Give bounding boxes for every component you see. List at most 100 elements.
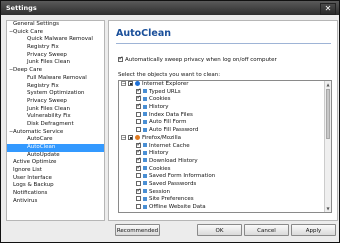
sidebar-item-label: Active Optimize xyxy=(13,159,57,166)
object-checkbox[interactable] xyxy=(136,196,141,202)
sidebar-item[interactable]: Privacy Sweep xyxy=(7,52,104,60)
sidebar-item-label: System Optimization xyxy=(27,90,85,97)
object-label: Firefox/Mozilla xyxy=(142,134,182,141)
sidebar-item[interactable]: Active Optimize xyxy=(7,159,104,167)
scroll-down-icon[interactable]: ▼ xyxy=(325,205,331,212)
sidebar-item-label: Registry Fix xyxy=(27,82,59,89)
scroll-thumb[interactable] xyxy=(326,89,330,139)
object-label: Download History xyxy=(149,157,198,164)
clean-objects-list[interactable]: −Internet ExplorerTyped URLsCookiesHisto… xyxy=(118,80,332,213)
sidebar-item[interactable]: User Interface xyxy=(7,175,104,183)
internet-explorer-icon xyxy=(135,81,140,86)
object-item-row[interactable]: Cookies xyxy=(119,164,331,174)
auto-sweep-option[interactable]: Automatically sweep privacy when log on/… xyxy=(118,55,277,63)
object-item-row[interactable]: Download History xyxy=(119,156,331,166)
object-checkbox[interactable] xyxy=(128,134,133,140)
object-group-row[interactable]: − Internet Explorer xyxy=(119,81,331,89)
object-item-row[interactable]: Index Data Files xyxy=(119,111,331,120)
sidebar-item-label: Automatic Service xyxy=(13,128,64,135)
sidebar-item[interactable]: AutoUpdate xyxy=(7,152,104,160)
object-item-row[interactable]: Site Preferences xyxy=(119,196,331,204)
ok-button[interactable]: OK xyxy=(197,224,242,236)
cancel-button[interactable]: Cancel xyxy=(244,224,289,236)
sidebar-item-label: Junk Files Clean xyxy=(27,59,70,66)
sidebar-item[interactable]: − Quick Care xyxy=(7,29,104,37)
object-checkbox[interactable] xyxy=(136,94,142,102)
title-bar[interactable]: Settings ✕ xyxy=(1,1,339,15)
settings-navigation-tree: General Settings − Quick Care Quick Malware… xyxy=(6,20,105,221)
object-item-row[interactable]: Typed URLs xyxy=(119,87,331,97)
object-label: Offline Website Data xyxy=(149,204,206,210)
object-checkbox[interactable] xyxy=(136,187,142,194)
collapse-toggle-icon[interactable]: − xyxy=(9,129,13,137)
object-label: History xyxy=(149,104,169,111)
expand-collapse-icon[interactable]: − xyxy=(121,134,126,140)
sidebar-item[interactable]: Privacy Sweep xyxy=(7,98,104,106)
item-icon xyxy=(143,112,147,117)
item-icon xyxy=(143,143,147,147)
object-label: Auto Fill Form xyxy=(149,119,187,126)
sidebar-item[interactable]: Registry Fix xyxy=(7,83,104,91)
recommended-button[interactable]: Recommended xyxy=(115,224,160,236)
object-checkbox[interactable] xyxy=(136,87,142,94)
sidebar-item[interactable]: System Optimization xyxy=(7,90,104,98)
objects-list-label: Select the objects you want to clean: xyxy=(118,72,221,78)
object-item-row[interactable]: Internet Cache xyxy=(119,141,331,151)
sidebar-item[interactable]: − Automatic Service xyxy=(7,129,104,137)
auto-sweep-checkbox[interactable] xyxy=(118,55,124,62)
object-item-row[interactable]: Auto Fill Password xyxy=(119,127,331,135)
object-checkbox[interactable] xyxy=(136,156,142,164)
object-checkbox[interactable] xyxy=(136,127,141,133)
object-label: Index Data Files xyxy=(149,111,193,118)
sidebar-item[interactable]: Junk Files Clean xyxy=(7,106,104,114)
object-item-row[interactable]: Saved Form Information xyxy=(119,173,331,181)
expand-collapse-icon[interactable]: − xyxy=(121,81,126,87)
sidebar-item[interactable]: AutoClean xyxy=(7,144,104,152)
object-checkbox[interactable] xyxy=(136,111,141,117)
item-icon xyxy=(143,96,147,101)
object-checkbox[interactable] xyxy=(136,173,141,179)
object-group-row[interactable]: − Firefox/Mozilla xyxy=(119,134,331,143)
sidebar-item[interactable]: Registry Fix xyxy=(7,44,104,52)
sidebar-item[interactable]: Full Malware Removal xyxy=(7,75,104,83)
object-item-row[interactable]: Session xyxy=(119,187,331,197)
object-checkbox[interactable] xyxy=(128,81,133,86)
sidebar-item-label: Registry Fix xyxy=(27,44,59,51)
object-item-row[interactable]: Cookies xyxy=(119,94,331,104)
scroll-up-icon[interactable]: ▲ xyxy=(325,81,331,88)
collapse-toggle-icon[interactable]: − xyxy=(9,29,13,37)
sidebar-item-label: Junk Files Clean xyxy=(27,105,70,112)
sidebar-item[interactable]: Disk Defragment xyxy=(7,121,104,129)
object-checkbox[interactable] xyxy=(136,164,142,171)
object-checkbox[interactable] xyxy=(136,102,142,110)
sidebar-item[interactable]: − Deep Care xyxy=(7,67,104,75)
object-checkbox[interactable] xyxy=(136,180,141,186)
object-label: Internet Explorer xyxy=(142,81,189,87)
object-item-row[interactable]: History xyxy=(119,102,331,112)
sidebar-item[interactable]: Ignore List xyxy=(7,167,104,175)
sidebar-item[interactable]: Logs & Backup xyxy=(7,182,104,190)
sidebar-item-label: Privacy Sweep xyxy=(27,51,67,58)
object-checkbox[interactable] xyxy=(136,141,142,148)
object-label: Auto Fill Password xyxy=(149,127,199,134)
list-scrollbar[interactable]: ▲ ▼ xyxy=(324,81,331,212)
sidebar-item[interactable]: Notifications xyxy=(7,190,104,198)
sidebar-item[interactable]: General Settings xyxy=(7,21,104,29)
object-item-row[interactable]: Offline Website Data xyxy=(119,204,331,212)
sidebar-item[interactable]: Vulnerability Fix xyxy=(7,113,104,121)
sidebar-item[interactable]: Quick Malware Removal xyxy=(7,36,104,44)
object-checkbox[interactable] xyxy=(136,204,141,209)
sidebar-item[interactable]: Antivirus xyxy=(7,198,104,206)
object-item-row[interactable]: Auto Fill Form xyxy=(119,119,331,127)
object-label: Cookies xyxy=(149,96,171,103)
object-item-row[interactable]: Saved Passwords xyxy=(119,180,331,189)
sidebar-item[interactable]: AutoCare xyxy=(7,136,104,144)
close-button[interactable]: ✕ xyxy=(320,3,336,15)
object-checkbox[interactable] xyxy=(136,148,142,156)
collapse-toggle-icon[interactable]: − xyxy=(9,67,13,75)
sidebar-item-label: Privacy Sweep xyxy=(27,97,67,104)
apply-button[interactable]: Apply xyxy=(291,224,336,236)
object-item-row[interactable]: History xyxy=(119,148,331,158)
sidebar-item[interactable]: Junk Files Clean xyxy=(7,59,104,67)
object-checkbox[interactable] xyxy=(136,119,141,125)
